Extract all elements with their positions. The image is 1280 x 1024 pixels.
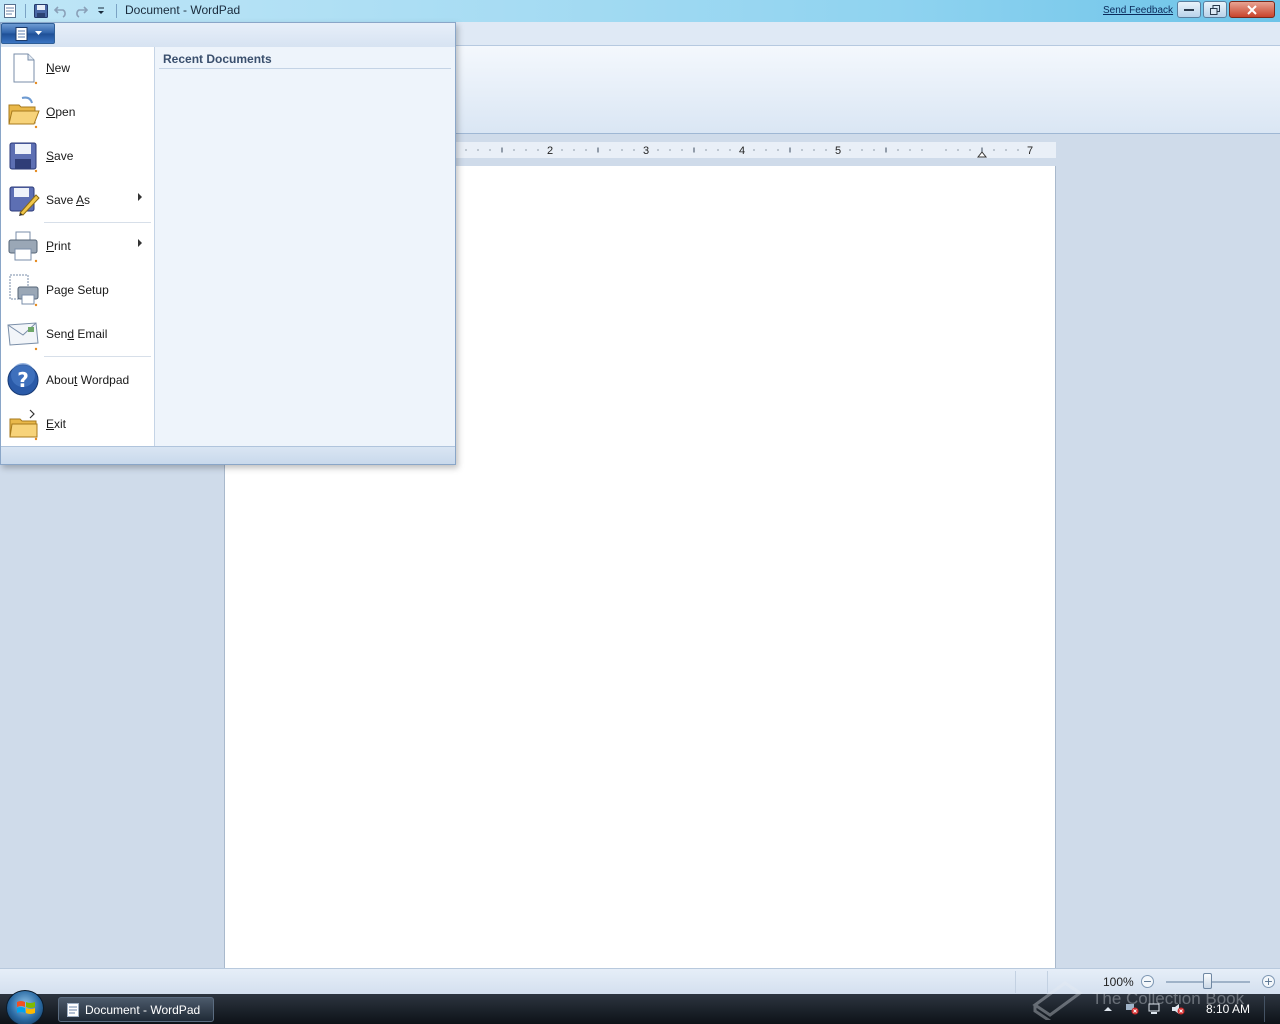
- application-menu-footer: [1, 446, 455, 464]
- redo-icon[interactable]: [73, 3, 89, 19]
- menu-item-label: About Wordpad: [46, 373, 130, 387]
- menu-item-label: Open: [46, 105, 76, 119]
- menu-item-new[interactable]: New: [2, 46, 151, 90]
- minimize-icon: [1184, 8, 1194, 11]
- menu-separator: [44, 222, 151, 223]
- document-menu-icon: [15, 26, 27, 41]
- status-bar: 100% − +: [0, 968, 1280, 994]
- wordpad-app-icon[interactable]: [2, 3, 18, 19]
- recent-documents-title: Recent Documents: [163, 52, 272, 66]
- recent-documents-panel: Recent Documents: [154, 47, 455, 446]
- close-button[interactable]: [1229, 1, 1275, 18]
- restore-icon: [1210, 4, 1220, 15]
- title-bar: Document - WordPad Send Feedback: [0, 0, 1280, 22]
- menu-item-label: New: [46, 61, 71, 75]
- help-icon: ?: [7, 363, 39, 396]
- zoom-slider-thumb[interactable]: [1203, 973, 1212, 989]
- send-email-icon: [7, 322, 39, 351]
- open-folder-icon: [8, 96, 40, 129]
- menu-item-send-email[interactable]: Send Email: [2, 312, 151, 356]
- right-indent-marker-icon[interactable]: [976, 151, 988, 158]
- network-error-icon[interactable]: [1125, 1003, 1139, 1015]
- menu-item-label: Exit: [46, 417, 67, 431]
- taskbar-button-label: Document - WordPad: [85, 1002, 201, 1017]
- ruler-label: 3: [643, 145, 649, 157]
- status-separator: [1015, 971, 1016, 993]
- menu-item-label: Print: [46, 239, 71, 253]
- quick-access-toolbar: [2, 2, 120, 20]
- volume-muted-icon[interactable]: [1171, 1003, 1185, 1015]
- close-icon: [1247, 4, 1257, 15]
- application-menu-button[interactable]: [1, 23, 55, 44]
- menu-item-open[interactable]: Open: [2, 90, 151, 134]
- ruler-label: 2: [547, 145, 553, 157]
- send-feedback-link[interactable]: Send Feedback: [1103, 5, 1173, 16]
- status-separator: [1047, 971, 1048, 993]
- start-button[interactable]: [6, 990, 44, 1024]
- qat-separator: [25, 4, 26, 18]
- show-desktop-button[interactable]: [1264, 996, 1278, 1022]
- exit-icon: [9, 409, 38, 441]
- save-as-icon: [9, 186, 40, 216]
- menu-item-page-setup[interactable]: Page Setup: [2, 268, 151, 312]
- new-document-icon: [13, 53, 38, 85]
- menu-item-about-wordpad[interactable]: ? About Wordpad: [2, 358, 151, 402]
- menu-item-label: Save As: [46, 193, 91, 207]
- menu-separator: [44, 356, 151, 357]
- ruler-label: 7: [1027, 145, 1033, 157]
- undo-icon[interactable]: [53, 3, 69, 19]
- clock[interactable]: 8:10 AM: [1206, 1002, 1250, 1016]
- zoom-in-icon[interactable]: +: [1262, 975, 1275, 988]
- show-hidden-icons-icon[interactable]: [1101, 1003, 1115, 1015]
- network-icon[interactable]: [1148, 1003, 1162, 1015]
- submenu-arrow-icon: [138, 239, 142, 247]
- page-setup-icon: [9, 274, 39, 307]
- ruler-label: 5: [835, 145, 841, 157]
- taskbar-button-wordpad[interactable]: Document - WordPad: [58, 997, 214, 1022]
- printer-icon: [8, 231, 38, 263]
- menu-item-print[interactable]: Print: [2, 224, 151, 268]
- qat-separator: [116, 4, 117, 18]
- menu-item-save-as[interactable]: Save As: [2, 178, 151, 222]
- windows-logo-icon: [17, 1001, 35, 1014]
- menu-item-save[interactable]: Save: [2, 134, 151, 178]
- submenu-arrow-icon: [138, 193, 142, 201]
- window-title: Document - WordPad: [125, 3, 241, 17]
- menu-item-label: Send Email: [46, 327, 108, 341]
- minimize-button[interactable]: [1177, 1, 1201, 18]
- menu-item-exit[interactable]: Exit: [2, 402, 151, 446]
- wordpad-icon: [67, 1002, 79, 1017]
- customize-qat-icon[interactable]: [93, 3, 109, 19]
- menu-item-label: Page Setup: [46, 283, 109, 297]
- menu-item-label: Save: [46, 149, 74, 163]
- chevron-down-icon: [34, 31, 42, 35]
- ruler-label: 4: [739, 145, 745, 157]
- restore-button[interactable]: [1203, 1, 1227, 18]
- svg-text:?: ?: [17, 368, 29, 392]
- zoom-out-icon[interactable]: −: [1141, 975, 1154, 988]
- taskbar: Document - WordPad 8:10 AM: [0, 990, 1280, 1024]
- save-icon[interactable]: [33, 3, 49, 19]
- zoom-level: 100%: [1103, 975, 1134, 989]
- recent-documents-divider: [159, 68, 451, 69]
- floppy-disk-icon: [9, 142, 38, 173]
- application-menu-header: [1, 23, 455, 47]
